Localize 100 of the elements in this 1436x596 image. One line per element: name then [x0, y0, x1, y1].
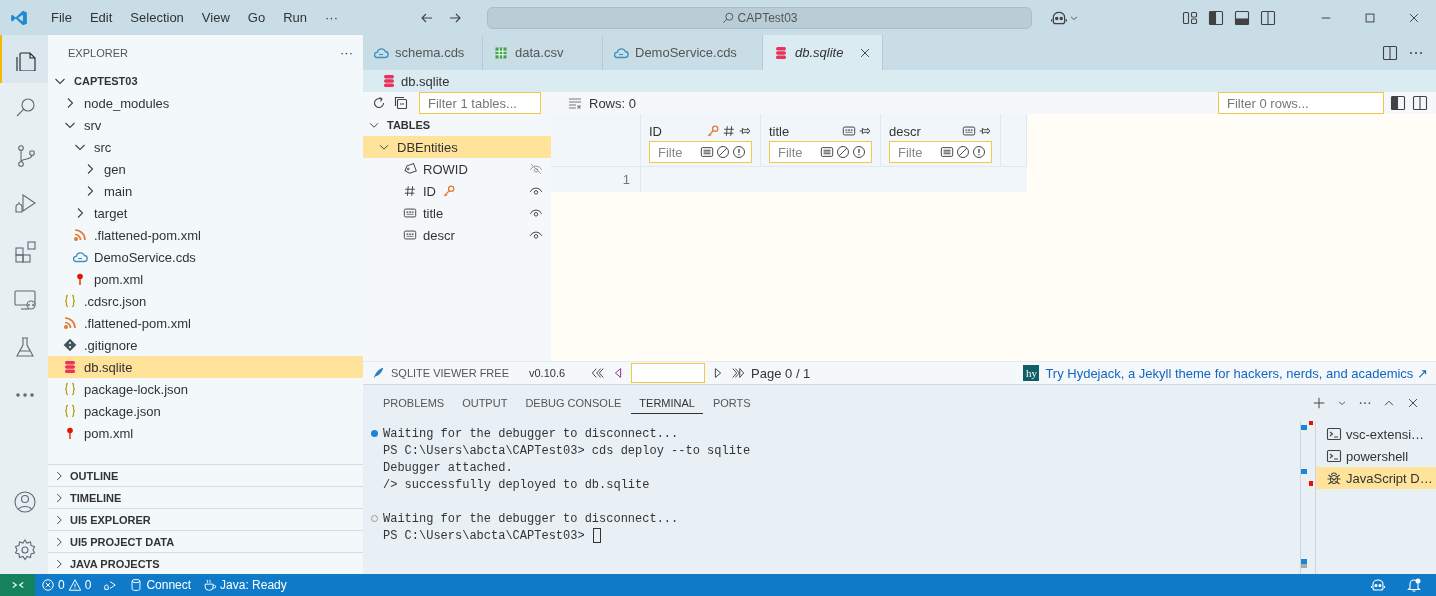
- plus-icon[interactable]: [1312, 396, 1326, 410]
- menu-item[interactable]: Go: [240, 7, 273, 28]
- settings-icon[interactable]: [13, 538, 37, 562]
- column-filter-field[interactable]: Filte: [650, 144, 698, 160]
- explorer-folder[interactable]: main: [48, 180, 363, 202]
- menu-item[interactable]: Selection: [123, 7, 191, 28]
- column-filter-field[interactable]: Filte: [770, 144, 818, 160]
- remote-button[interactable]: [0, 574, 35, 596]
- panel-tab[interactable]: OUTPUT: [454, 392, 516, 414]
- column-header[interactable]: title: [769, 123, 840, 139]
- explorer-entry[interactable]: DemoService.cds: [48, 246, 363, 268]
- explorer-entry[interactable]: .flattened-pom.xml: [48, 224, 363, 246]
- column-filter-field[interactable]: Filte: [890, 144, 938, 160]
- explorer-folder[interactable]: gen: [48, 158, 363, 180]
- panel-tab[interactable]: PORTS: [704, 392, 759, 414]
- section-header[interactable]: UI5 EXPLORER: [48, 508, 363, 530]
- split-editor-icon[interactable]: [1382, 44, 1398, 61]
- page-field[interactable]: [631, 363, 706, 383]
- eye-icon[interactable]: [529, 206, 543, 220]
- explorer-entry[interactable]: pom.xml: [48, 268, 363, 290]
- column-item[interactable]: descr: [363, 224, 551, 246]
- menu-item[interactable]: File: [44, 7, 79, 28]
- split-layout-icon[interactable]: [1412, 95, 1428, 111]
- menu-item[interactable]: View: [194, 7, 237, 28]
- activity-button[interactable]: [0, 35, 48, 83]
- column-item[interactable]: ROWID: [363, 158, 551, 180]
- breadcrumb-item[interactable]: db.sqlite: [401, 73, 450, 89]
- exclamation-icon[interactable]: [972, 145, 986, 159]
- panel-tab[interactable]: PROBLEMS: [375, 392, 453, 414]
- eye-icon[interactable]: [529, 228, 543, 242]
- java-status[interactable]: Java: Ready: [197, 578, 293, 592]
- command-center-search[interactable]: CAPTest03: [487, 6, 1032, 29]
- rss-icon: [72, 227, 88, 243]
- lines-icon[interactable]: [700, 145, 714, 159]
- account-icon[interactable]: [13, 490, 37, 514]
- cloud-icon: [72, 249, 88, 265]
- terminal-session[interactable]: powershell: [1316, 445, 1436, 467]
- tables-heading[interactable]: TABLES: [363, 114, 551, 136]
- layout-icon[interactable]: [1182, 9, 1198, 26]
- exclamation-icon[interactable]: [852, 145, 866, 159]
- section-header[interactable]: TIMELINE: [48, 486, 363, 508]
- eye-icon[interactable]: [529, 184, 543, 198]
- workspace-folder[interactable]: CAPTEST03: [48, 70, 363, 92]
- row-filter-field[interactable]: Filter 0 rows...: [1218, 92, 1384, 114]
- panel-toggle-icon[interactable]: [1234, 9, 1250, 26]
- column-filter-box[interactable]: Filte: [649, 141, 752, 163]
- more-actions[interactable]: ···: [340, 45, 353, 60]
- terminal-line: PS C:\Users\abcta\CAPTest03>: [383, 528, 585, 543]
- column-header[interactable]: descr: [889, 123, 960, 139]
- explorer-folder[interactable]: node_modules: [48, 92, 363, 114]
- extensions-icon: [13, 239, 37, 263]
- sidebar-toggle-icon[interactable]: [1208, 9, 1224, 26]
- sidebar-toggle-icon[interactable]: [1390, 95, 1406, 111]
- column-filter-box[interactable]: Filte: [769, 141, 872, 163]
- collapse-all-icon[interactable]: [393, 95, 409, 111]
- column-item[interactable]: title: [363, 202, 551, 224]
- explorer-entry[interactable]: pom.xml: [48, 422, 363, 444]
- explorer-entry[interactable]: .cdsrc.json: [48, 290, 363, 312]
- maximize-icon[interactable]: [1363, 10, 1377, 25]
- menu-item[interactable]: Run: [276, 7, 314, 28]
- split-layout-icon[interactable]: [1260, 9, 1276, 26]
- exclamation-icon[interactable]: [732, 145, 746, 159]
- explorer-entry[interactable]: db.sqlite: [48, 356, 363, 378]
- column-header[interactable]: ID: [649, 123, 704, 139]
- lines-icon[interactable]: [940, 145, 954, 159]
- robot-icon[interactable]: [1370, 577, 1386, 593]
- table-item[interactable]: DBEntities: [363, 136, 551, 158]
- ban-icon[interactable]: [956, 145, 970, 159]
- ban-icon[interactable]: [716, 145, 730, 159]
- connect-status[interactable]: Connect: [123, 578, 198, 592]
- explorer-entry[interactable]: package.json: [48, 400, 363, 422]
- explorer-entry[interactable]: package-lock.json: [48, 378, 363, 400]
- first-page-icon[interactable]: [591, 366, 606, 380]
- last-page-icon[interactable]: [731, 366, 746, 380]
- bell-icon[interactable]: [1406, 577, 1422, 593]
- hash-icon: [722, 124, 736, 138]
- explorer-entry[interactable]: .gitignore: [48, 334, 363, 356]
- panel-tab[interactable]: DEBUG CONSOLE: [517, 392, 630, 414]
- explorer-folder[interactable]: target: [48, 202, 363, 224]
- promo-link[interactable]: Try Hydejack, a Jekyll theme for hackers, nerds, and academics ↗: [1045, 365, 1428, 381]
- lines-icon[interactable]: [820, 145, 834, 159]
- ban-icon[interactable]: [836, 145, 850, 159]
- section-header[interactable]: UI5 PROJECT DATA: [48, 530, 363, 552]
- editor-tab[interactable]: db.sqlite: [763, 35, 883, 70]
- menu-overflow[interactable]: ···: [318, 7, 345, 28]
- explorer-entry[interactable]: .flattened-pom.xml: [48, 312, 363, 334]
- problems-status[interactable]: 0 0: [35, 578, 98, 592]
- refresh-icon[interactable]: [371, 95, 387, 111]
- debug-icon[interactable]: [103, 578, 118, 592]
- section-header[interactable]: OUTLINE: [48, 464, 363, 486]
- close-icon[interactable]: [1406, 396, 1420, 410]
- terminal-session[interactable]: vsc-extensi…: [1316, 423, 1436, 445]
- panel-tab[interactable]: TERMINAL: [631, 392, 703, 414]
- explorer-folder[interactable]: srv: [48, 114, 363, 136]
- column-filter-box[interactable]: Filte: [889, 141, 992, 163]
- table-filter-field[interactable]: Filter 1 tables...: [419, 92, 541, 114]
- explorer-folder[interactable]: src: [48, 136, 363, 158]
- menu-item[interactable]: Edit: [82, 7, 120, 28]
- column-item[interactable]: ID: [363, 180, 551, 202]
- terminal-session[interactable]: JavaScript D…: [1316, 467, 1436, 489]
